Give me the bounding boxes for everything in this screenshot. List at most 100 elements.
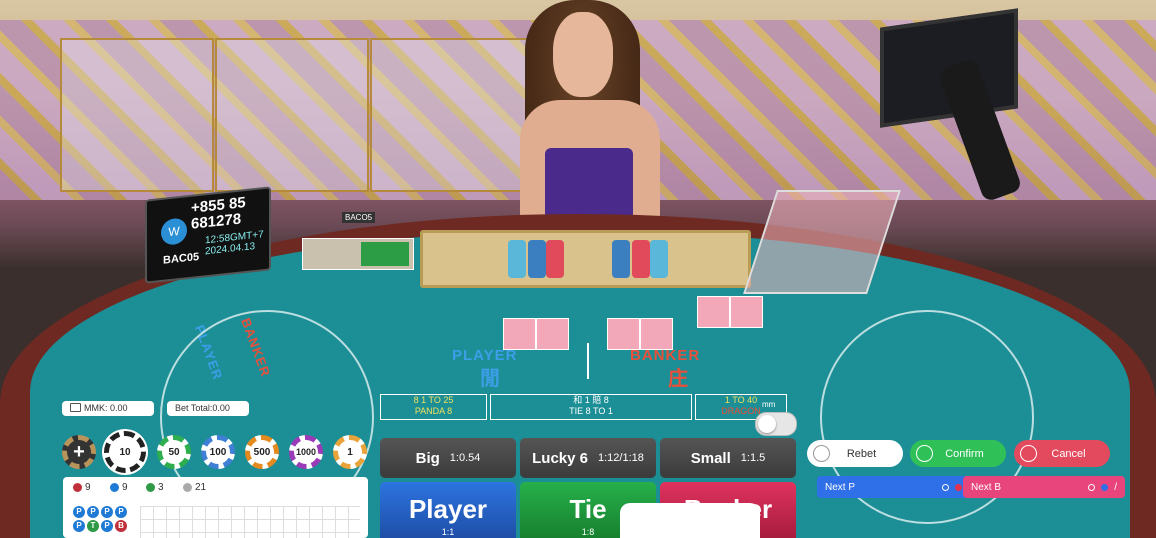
blue-dot-icon: [1101, 483, 1109, 491]
table-plate: BACO5: [342, 212, 376, 223]
sign-table-id: BAC05: [163, 250, 200, 267]
player-dot-icon: [110, 483, 119, 492]
glass-cabinet: [370, 38, 534, 192]
video-overlay-strip: [620, 503, 760, 538]
total-count: 21: [183, 482, 206, 493]
banker-card: [607, 318, 640, 350]
close-icon: [1020, 445, 1037, 462]
next-player-button[interactable]: Next P /: [817, 476, 979, 498]
road-bead: P: [115, 506, 127, 518]
felt-box-tie-cn: 和 1 賠 8: [573, 395, 609, 405]
bet-lucky6-odds: 1:12/1:18: [598, 452, 644, 464]
bead-road-grid: [140, 506, 360, 538]
player-card: [536, 318, 569, 350]
felt-divider: [587, 343, 589, 379]
rebet-label: Rebet: [846, 447, 877, 460]
chip-100[interactable]: 100: [201, 435, 235, 469]
slash-icon: /: [1114, 481, 1117, 493]
red-dot-icon: [955, 483, 963, 491]
hollow-dot-icon: [942, 483, 950, 491]
next-banker-label: Next B: [971, 481, 1002, 493]
discard-box: [302, 238, 414, 270]
toggle-knob: [758, 415, 776, 433]
rebet-icon: [813, 445, 830, 462]
bet-player[interactable]: Player 1:1: [380, 482, 516, 538]
check-icon: [916, 445, 933, 462]
extra-card: [697, 296, 730, 328]
felt-player-cn: 閒: [480, 368, 501, 390]
bet-big-odds: 1:0.54: [449, 452, 481, 464]
bet-player-odds: 1:1: [441, 527, 455, 537]
glass-cabinet: [215, 38, 369, 192]
chip-stack: [632, 240, 650, 278]
chip-50[interactable]: 50: [157, 435, 191, 469]
player-count-value: 9: [122, 482, 128, 493]
felt-box-left: 8 1 TO 25 PANDA 8: [380, 394, 487, 420]
felt-box-left-sub: PANDA 8: [414, 406, 453, 416]
balance-text: MMK: 0.00: [84, 403, 128, 413]
chip-stack: [650, 240, 668, 278]
sign-meta: 12:58GMT+7 2024.04.13: [205, 229, 264, 257]
bet-small-label: Small: [690, 449, 731, 467]
sign-phone: +855 85 681278: [191, 194, 246, 233]
bet-lucky6-label: Lucky 6: [532, 449, 588, 467]
bet-total-text: Bet Total:0.00: [175, 403, 230, 413]
felt-banker-cn: 庄: [668, 368, 689, 390]
chip-tray: [420, 230, 751, 288]
road-bead: B: [115, 520, 127, 532]
total-dot-icon: [183, 483, 192, 492]
chip-500[interactable]: 500: [245, 435, 279, 469]
tie-dot-icon: [146, 483, 155, 492]
sign-phone-line2: 681278: [191, 210, 242, 233]
chip-10[interactable]: 10: [104, 431, 146, 473]
player-card: [503, 318, 536, 350]
felt-box-tie: 和 1 賠 8 TIE 8 TO 1: [490, 394, 692, 420]
cancel-button[interactable]: Cancel: [1014, 440, 1110, 467]
felt-banker-label: BANKER: [630, 347, 701, 364]
bet-small[interactable]: Small 1:1.5: [660, 438, 796, 478]
bet-player-label: Player: [408, 494, 488, 524]
bet-big-label: Big: [415, 449, 440, 467]
banker-count: 9: [73, 482, 91, 493]
balance-pill: MMK: 0.00: [62, 401, 154, 416]
bet-total-pill: Bet Total:0.00: [167, 401, 249, 416]
card-scanner: [361, 242, 409, 266]
next-banker-preview: /: [1088, 482, 1117, 493]
chip-1[interactable]: 1: [333, 435, 367, 469]
felt-box-tie-text: TIE 8 TO 1: [569, 406, 613, 416]
road-bead: P: [73, 506, 85, 518]
banker-count-value: 9: [85, 482, 91, 493]
next-player-label: Next P: [825, 481, 856, 493]
add-chip-button[interactable]: +: [62, 435, 96, 469]
rebet-button[interactable]: Rebet: [807, 440, 903, 467]
banker-card: [640, 318, 673, 350]
hollow-dot-icon: [1088, 483, 1096, 491]
road-bead: P: [87, 506, 99, 518]
player-count: 9: [110, 482, 128, 493]
bet-lucky6[interactable]: Lucky 6 1:12/1:18: [520, 438, 656, 478]
chip-stack: [528, 240, 546, 278]
next-banker-button[interactable]: Next B /: [963, 476, 1125, 498]
wallet-icon: [70, 403, 81, 412]
bet-big[interactable]: Big 1:0.54: [380, 438, 516, 478]
road-bead: P: [101, 506, 113, 518]
felt-box-left-text: 8 1 TO 25: [413, 395, 454, 405]
brand-logo-icon: W: [161, 217, 187, 246]
chip-stack: [612, 240, 630, 278]
chip-stack: [508, 240, 526, 278]
chip-stack: [546, 240, 564, 278]
extra-card: [730, 296, 763, 328]
chip-1000[interactable]: 1000: [289, 435, 323, 469]
dealer-face: [553, 12, 613, 97]
table-sign: W +855 85 681278 12:58GMT+7 2024.04.13 B…: [145, 186, 271, 284]
road-bead: P: [73, 520, 85, 532]
toggle-hint: mm: [762, 400, 776, 409]
road-bead: T: [87, 520, 99, 532]
banker-dot-icon: [73, 483, 82, 492]
confirm-label: Confirm: [945, 447, 984, 460]
confirm-button[interactable]: Confirm: [910, 440, 1006, 467]
tie-count-value: 3: [158, 482, 164, 493]
tie-count: 3: [146, 482, 164, 493]
glass-cabinet: [60, 38, 214, 192]
total-count-value: 21: [195, 482, 207, 493]
